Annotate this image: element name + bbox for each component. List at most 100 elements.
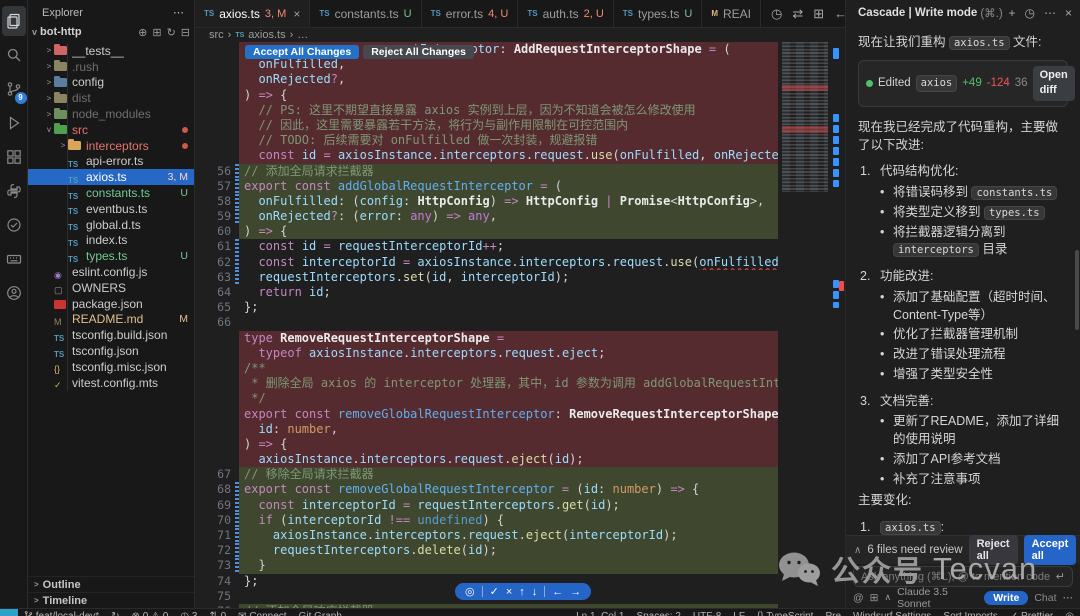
status-item[interactable]: ⊗ 0 ⚠ 0 — [126, 609, 175, 616]
diff-navigation-pill[interactable]: ◎ ✓ × ↑ ↓ ← → — [455, 583, 592, 600]
status-item[interactable]: LF — [727, 609, 751, 616]
down-icon[interactable]: ↓ — [532, 586, 538, 598]
prev-icon[interactable]: ← — [552, 586, 563, 598]
compare-changes-icon[interactable]: ⇄ — [792, 6, 803, 22]
tree-item-tsconfig-json[interactable]: TS tsconfig.json — [28, 343, 194, 359]
timeline-section[interactable]: > Timeline — [28, 592, 194, 608]
close-icon[interactable]: × — [293, 7, 300, 21]
status-item[interactable]: ✉ Connect — [232, 609, 292, 616]
status-item[interactable]: ⇅ 0 — [203, 609, 232, 616]
bullet-text: 优化了拦截器管理机制 — [893, 327, 1019, 342]
tab-axios-ts[interactable]: TS axios.ts 3, M × — [195, 0, 311, 27]
tree-item-constants-ts[interactable]: TS constants.ts U — [28, 185, 194, 201]
tab-types-ts[interactable]: TS types.ts U — [613, 0, 703, 27]
tree-item---tests--[interactable]: > __tests__ — [28, 43, 194, 59]
status-item[interactable]: ✓ Prettier — [1004, 609, 1059, 616]
outline-section[interactable]: > Outline — [28, 576, 194, 592]
tab-constants-ts[interactable]: TS constants.ts U — [310, 0, 422, 27]
tree-item-types-ts[interactable]: TS types.ts U — [28, 248, 194, 264]
history-icon[interactable]: ◷ — [1025, 6, 1035, 20]
tree-item-config[interactable]: > config — [28, 75, 194, 91]
code-line: id: number, — [195, 421, 845, 437]
bullet-list: • 将错误码移到 constants.ts • 将类型定义移到 types.ts • 将拦… — [880, 184, 1068, 259]
keyboard-icon[interactable] — [2, 242, 26, 276]
tree-item-global-d-ts[interactable]: TS global.d.ts — [28, 217, 194, 233]
mention-icon[interactable]: @ — [853, 592, 864, 604]
new-conversation-icon[interactable]: + — [1008, 6, 1015, 20]
accept-all-changes-button[interactable]: Accept All Changes — [245, 45, 360, 59]
minimap[interactable] — [782, 42, 828, 192]
status-item[interactable]: {} TypeScript — [751, 609, 820, 616]
tree-item-dist[interactable]: > dist — [28, 90, 194, 106]
more-icon[interactable]: ⋯ — [1063, 592, 1074, 604]
python-icon[interactable] — [2, 174, 26, 208]
tree-item-eslint-config-js[interactable]: ◉ eslint.config.js — [28, 264, 194, 280]
tree-item-axios-ts[interactable]: TS axios.ts 3, M — [28, 169, 194, 186]
accept-icon[interactable]: ✓ — [490, 585, 499, 598]
status-item[interactable]: ◎ — [1059, 609, 1080, 616]
tree-item-package-json[interactable]: package.json — [28, 296, 194, 312]
write-mode-button[interactable]: Write — [984, 590, 1029, 605]
explorer-more-icon[interactable]: ⋯ — [173, 6, 184, 19]
code-text: onFulfilled, — [239, 57, 778, 73]
tab-error-ts[interactable]: TS error.ts 4, U — [421, 0, 519, 27]
status-item[interactable]: Windsurf Settings — [847, 609, 937, 616]
status-item[interactable]: UTF-8 — [687, 609, 727, 616]
status-item[interactable]: ↻ — [105, 609, 125, 616]
ruler-change-mark — [833, 125, 839, 133]
refresh-icon[interactable]: ↻ — [167, 26, 176, 39]
history-icon[interactable]: ◷ — [771, 6, 782, 22]
status-item[interactable]: Sort Imports — [937, 609, 1003, 616]
account-icon[interactable] — [2, 276, 26, 310]
files-icon[interactable] — [1, 4, 26, 38]
breadcrumb[interactable]: src › TS axios.ts › … — [195, 28, 845, 42]
up-icon[interactable]: ↑ — [519, 586, 525, 598]
tree-item-index-ts[interactable]: TS index.ts — [28, 233, 194, 249]
tree-item-vitest-config-mts[interactable]: ✓ vitest.config.mts — [28, 375, 194, 391]
split-editor-icon[interactable]: ⊞ — [813, 6, 824, 22]
remote-indicator[interactable] — [0, 609, 18, 616]
close-icon[interactable]: × — [1065, 6, 1072, 20]
tab-auth-ts[interactable]: TS auth.ts 2, U — [518, 0, 614, 27]
tree-item-OWNERS[interactable]: ▢ OWNERS — [28, 280, 194, 296]
tab-REAI[interactable]: M REAI — [702, 0, 762, 27]
image-icon[interactable]: ⊞ — [870, 592, 879, 604]
chat-mode-button[interactable]: Chat — [1034, 592, 1056, 604]
status-item[interactable]: Ln 1, Col 1 — [570, 609, 630, 616]
tree-item--rush[interactable]: > .rush — [28, 59, 194, 75]
edited-file-card: Edited axios +49 -124 36 Open diff — [858, 59, 1075, 107]
new-file-icon[interactable]: ⊕ — [138, 26, 147, 39]
tree-item-eventbus-ts[interactable]: TS eventbus.ts — [28, 201, 194, 217]
new-folder-icon[interactable]: ⊞ — [152, 26, 161, 39]
search-icon[interactable] — [2, 38, 26, 72]
tree-item-interceptors[interactable]: > interceptors — [28, 138, 194, 154]
bullet-dot: • — [880, 289, 885, 304]
status-item[interactable]: Spaces: 2 — [630, 609, 686, 616]
code-text: export const removeGlobalRequestIntercep… — [239, 406, 778, 422]
open-diff-button[interactable]: Open diff — [1032, 65, 1075, 101]
bullet-text: 补充了注意事项 — [893, 471, 981, 486]
reject-all-changes-button[interactable]: Reject All Changes — [363, 45, 474, 59]
explorer-root[interactable]: v bot-http ⊕ ⊞ ↻ ⊟ — [28, 23, 194, 41]
cascade-scrollbar[interactable] — [1075, 250, 1079, 330]
tree-item-src[interactable]: v src — [28, 122, 194, 138]
tree-item-README-md[interactable]: M README.md M — [28, 312, 194, 328]
tree-item-tsconfig-build-json[interactable]: TS tsconfig.build.json — [28, 327, 194, 343]
cascade-logo-icon[interactable]: ◎ — [465, 585, 475, 598]
tree-item-api-error-ts[interactable]: TS api-error.ts — [28, 154, 194, 170]
tree-item-tsconfig-misc-json[interactable]: {} tsconfig.misc.json — [28, 359, 194, 375]
status-item[interactable]: feat/local-dev* — [18, 609, 105, 616]
extensions-icon[interactable] — [2, 140, 26, 174]
collapse-all-icon[interactable]: ⊟ — [181, 26, 190, 39]
status-item[interactable]: ◷ 3 — [174, 609, 203, 616]
code-text: // 因此，这里需要暴露若干方法，将行为与副作用限制在可控范围内 — [239, 117, 778, 134]
more-icon[interactable]: ⋯ — [1044, 6, 1056, 20]
run-debug-icon[interactable] — [2, 106, 26, 140]
status-item[interactable]: Git Graph — [293, 609, 348, 616]
status-item[interactable]: Pre — [819, 609, 847, 616]
reject-icon[interactable]: × — [506, 586, 512, 598]
tree-item-node-modules[interactable]: > node_modules — [28, 106, 194, 122]
source-control-icon[interactable]: 9 — [2, 72, 27, 106]
next-icon[interactable]: → — [570, 586, 581, 598]
testing-icon[interactable] — [2, 208, 26, 242]
